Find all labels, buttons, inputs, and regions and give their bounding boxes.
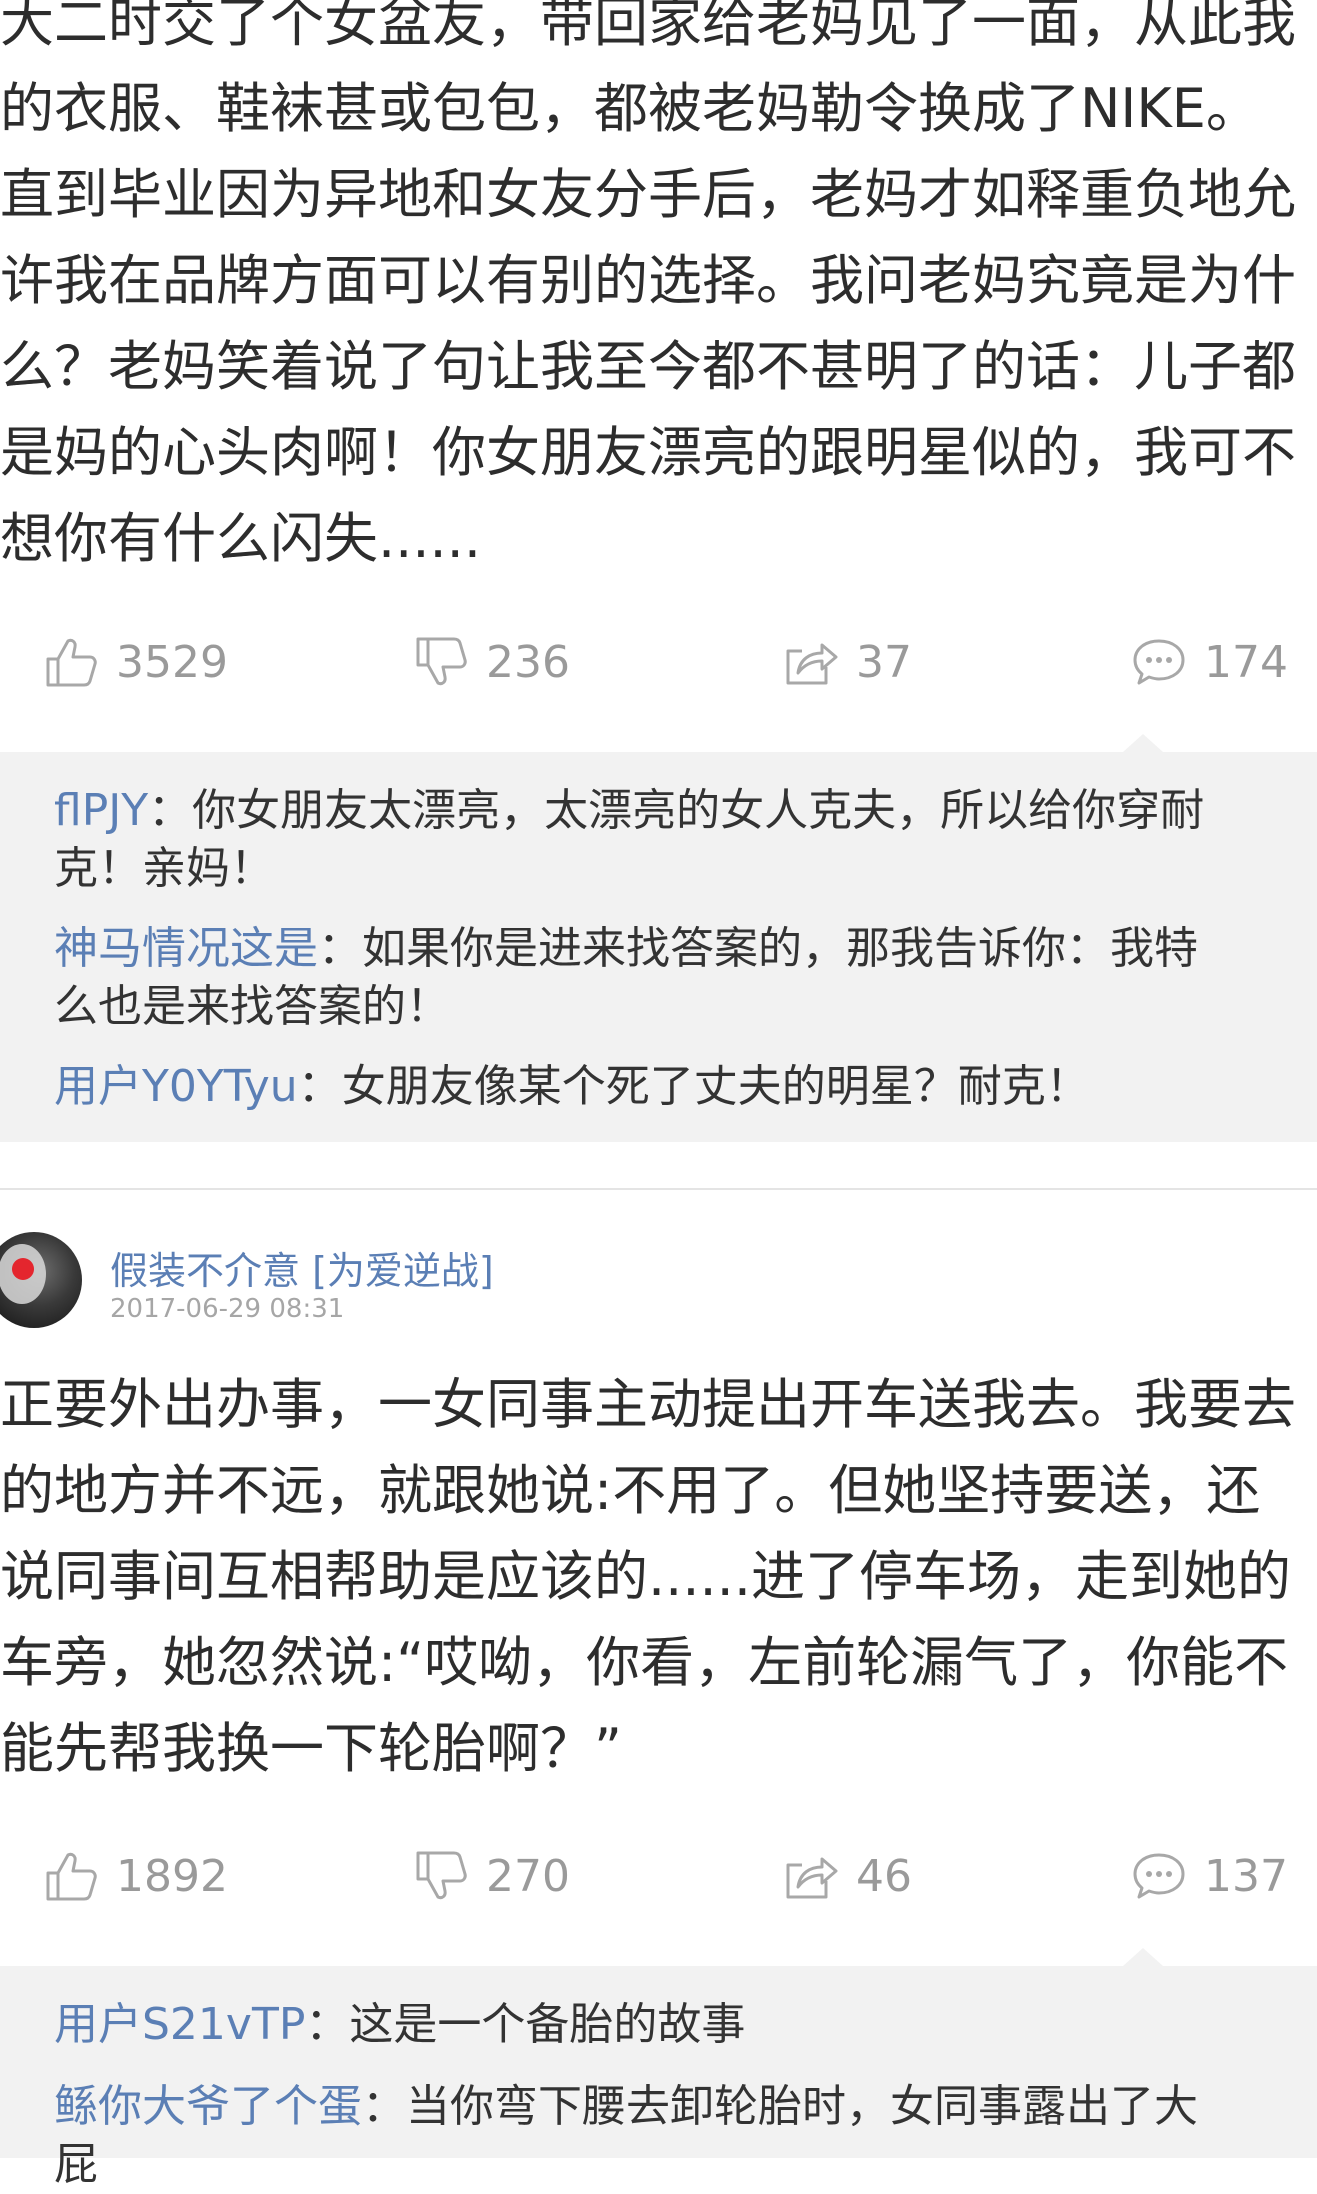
post-timestamp: 2017-06-29 08:31	[110, 1294, 345, 1324]
thumbs-down-icon	[416, 637, 467, 686]
post-text-line: 的衣服、鞋袜甚或包包，都被老妈勒令换成了NIKE。	[0, 77, 1260, 140]
reply-item: flPJY：你女朋友太漂亮，太漂亮的女人克夫，所以给你穿耐 克！亲妈！	[54, 782, 1299, 898]
reply-item: 用户S21vTP：这是一个备胎的故事	[54, 1996, 1299, 2054]
thumbs-up-icon	[46, 638, 97, 687]
like-button[interactable]: 3529	[42, 622, 228, 702]
thumbs-up-icon	[46, 1852, 97, 1901]
post-text-line: 车旁，她忽然说:“哎呦，你看，左前轮漏气了，你能不	[0, 1631, 1289, 1694]
comment-count: 137	[1204, 1850, 1288, 1902]
post-text-line: 说同事间互相帮助是应该的......进了停车场，走到她的	[0, 1545, 1291, 1608]
share-button[interactable]: 37	[782, 622, 912, 702]
share-count: 46	[856, 1850, 912, 1902]
post-text-line: 是妈的心头肉啊！你女朋友漂亮的跟明星似的，我可不	[0, 421, 1296, 484]
reply-user[interactable]: 用户Y0YTyu	[54, 1061, 298, 1112]
post-header: 假装不介意 [为爱逆战] 2017-06-29 08:31	[0, 1228, 1317, 1338]
share-icon	[786, 1857, 838, 1899]
share-count: 37	[856, 636, 912, 688]
share-icon	[786, 643, 838, 685]
post-text-line: 大二时交了个女盆友，带回家给老妈见了一面，从此我	[0, 0, 1296, 54]
post-action-bar: 3529 236 37 174	[0, 622, 1317, 702]
post-text-line: 么？老妈笑着说了句让我至今都不甚明了的话：儿子都	[0, 335, 1296, 398]
author-name[interactable]: 假装不介意 [为爱逆战]	[110, 1240, 494, 1295]
comment-button[interactable]: 174	[1130, 622, 1288, 702]
reply-text: ：如果你是进来找答案的，那我告诉你：我特	[318, 923, 1198, 974]
post-text-line: 能先帮我换一下轮胎啊？”	[0, 1717, 622, 1780]
reply-text: ：这是一个备胎的故事	[305, 1999, 746, 2050]
post-text: 大二时交了个女盆友，带回家给老妈见了一面，从此我 的衣服、鞋袜甚或包包，都被老妈…	[0, 0, 1317, 582]
reply-user[interactable]: 鲧你大爷了个蛋	[54, 2081, 362, 2132]
post-text-line: 想你有什么闪失......	[0, 507, 481, 570]
share-button[interactable]: 46	[782, 1836, 912, 1916]
reply-item: 用户Y0YTyu：女朋友像某个死了丈夫的明星？耐克！	[54, 1058, 1299, 1116]
comment-button[interactable]: 137	[1130, 1836, 1288, 1916]
reply-user[interactable]: flPJY	[54, 785, 148, 836]
reply-user[interactable]: 用户S21vTP	[54, 1999, 305, 2050]
like-count: 3529	[116, 636, 228, 688]
reply-text: 屁	[54, 2139, 98, 2190]
dislike-button[interactable]: 236	[412, 622, 570, 702]
post-text: 正要外出办事，一女同事主动提出开车送我去。我要去 的地方并不远，就跟她说:不用了…	[0, 1362, 1317, 1792]
reply-item: 神马情况这是：如果你是进来找答案的，那我告诉你：我特 么也是来找答案的！	[54, 920, 1299, 1036]
reply-text: 克！亲妈！	[54, 843, 274, 894]
like-count: 1892	[116, 1850, 228, 1902]
post-text-line: 的地方并不远，就跟她说:不用了。但她坚持要送，还	[0, 1459, 1261, 1522]
post-action-bar: 1892 270 46 137	[0, 1836, 1317, 1916]
comment-count: 174	[1204, 636, 1288, 688]
post-text-line: 直到毕业因为异地和女友分手后，老妈才如释重负地允	[0, 163, 1296, 226]
reply-text: ：你女朋友太漂亮，太漂亮的女人克夫，所以给你穿耐	[148, 785, 1205, 836]
reply-user[interactable]: 神马情况这是	[54, 923, 318, 974]
comment-icon	[1133, 639, 1185, 685]
dislike-button[interactable]: 270	[412, 1836, 570, 1916]
dislike-count: 270	[486, 1850, 570, 1902]
like-button[interactable]: 1892	[42, 1836, 228, 1916]
reply-box: flPJY：你女朋友太漂亮，太漂亮的女人克夫，所以给你穿耐 克！亲妈！ 神马情况…	[0, 734, 1317, 1142]
post-divider	[0, 1188, 1317, 1190]
reply-text: ：当你弯下腰去卸轮胎时，女同事露出了大	[362, 2081, 1198, 2132]
thumbs-down-icon	[416, 1851, 467, 1900]
post-text-line: 正要外出办事，一女同事主动提出开车送我去。我要去	[0, 1373, 1296, 1436]
post-text-line: 许我在品牌方面可以有别的选择。我问老妈究竟是为什	[0, 249, 1296, 312]
reply-box: 用户S21vTP：这是一个备胎的故事 鲧你大爷了个蛋：当你弯下腰去卸轮胎时，女同…	[0, 1948, 1317, 2190]
dislike-count: 236	[486, 636, 570, 688]
comment-icon	[1133, 1853, 1185, 1899]
reply-item: 鲧你大爷了个蛋：当你弯下腰去卸轮胎时，女同事露出了大 屁	[54, 2078, 1299, 2194]
avatar[interactable]	[0, 1232, 82, 1328]
reply-text: 么也是来找答案的！	[54, 981, 450, 1032]
reply-text: ：女朋友像某个死了丈夫的明星？耐克！	[297, 1061, 1090, 1112]
